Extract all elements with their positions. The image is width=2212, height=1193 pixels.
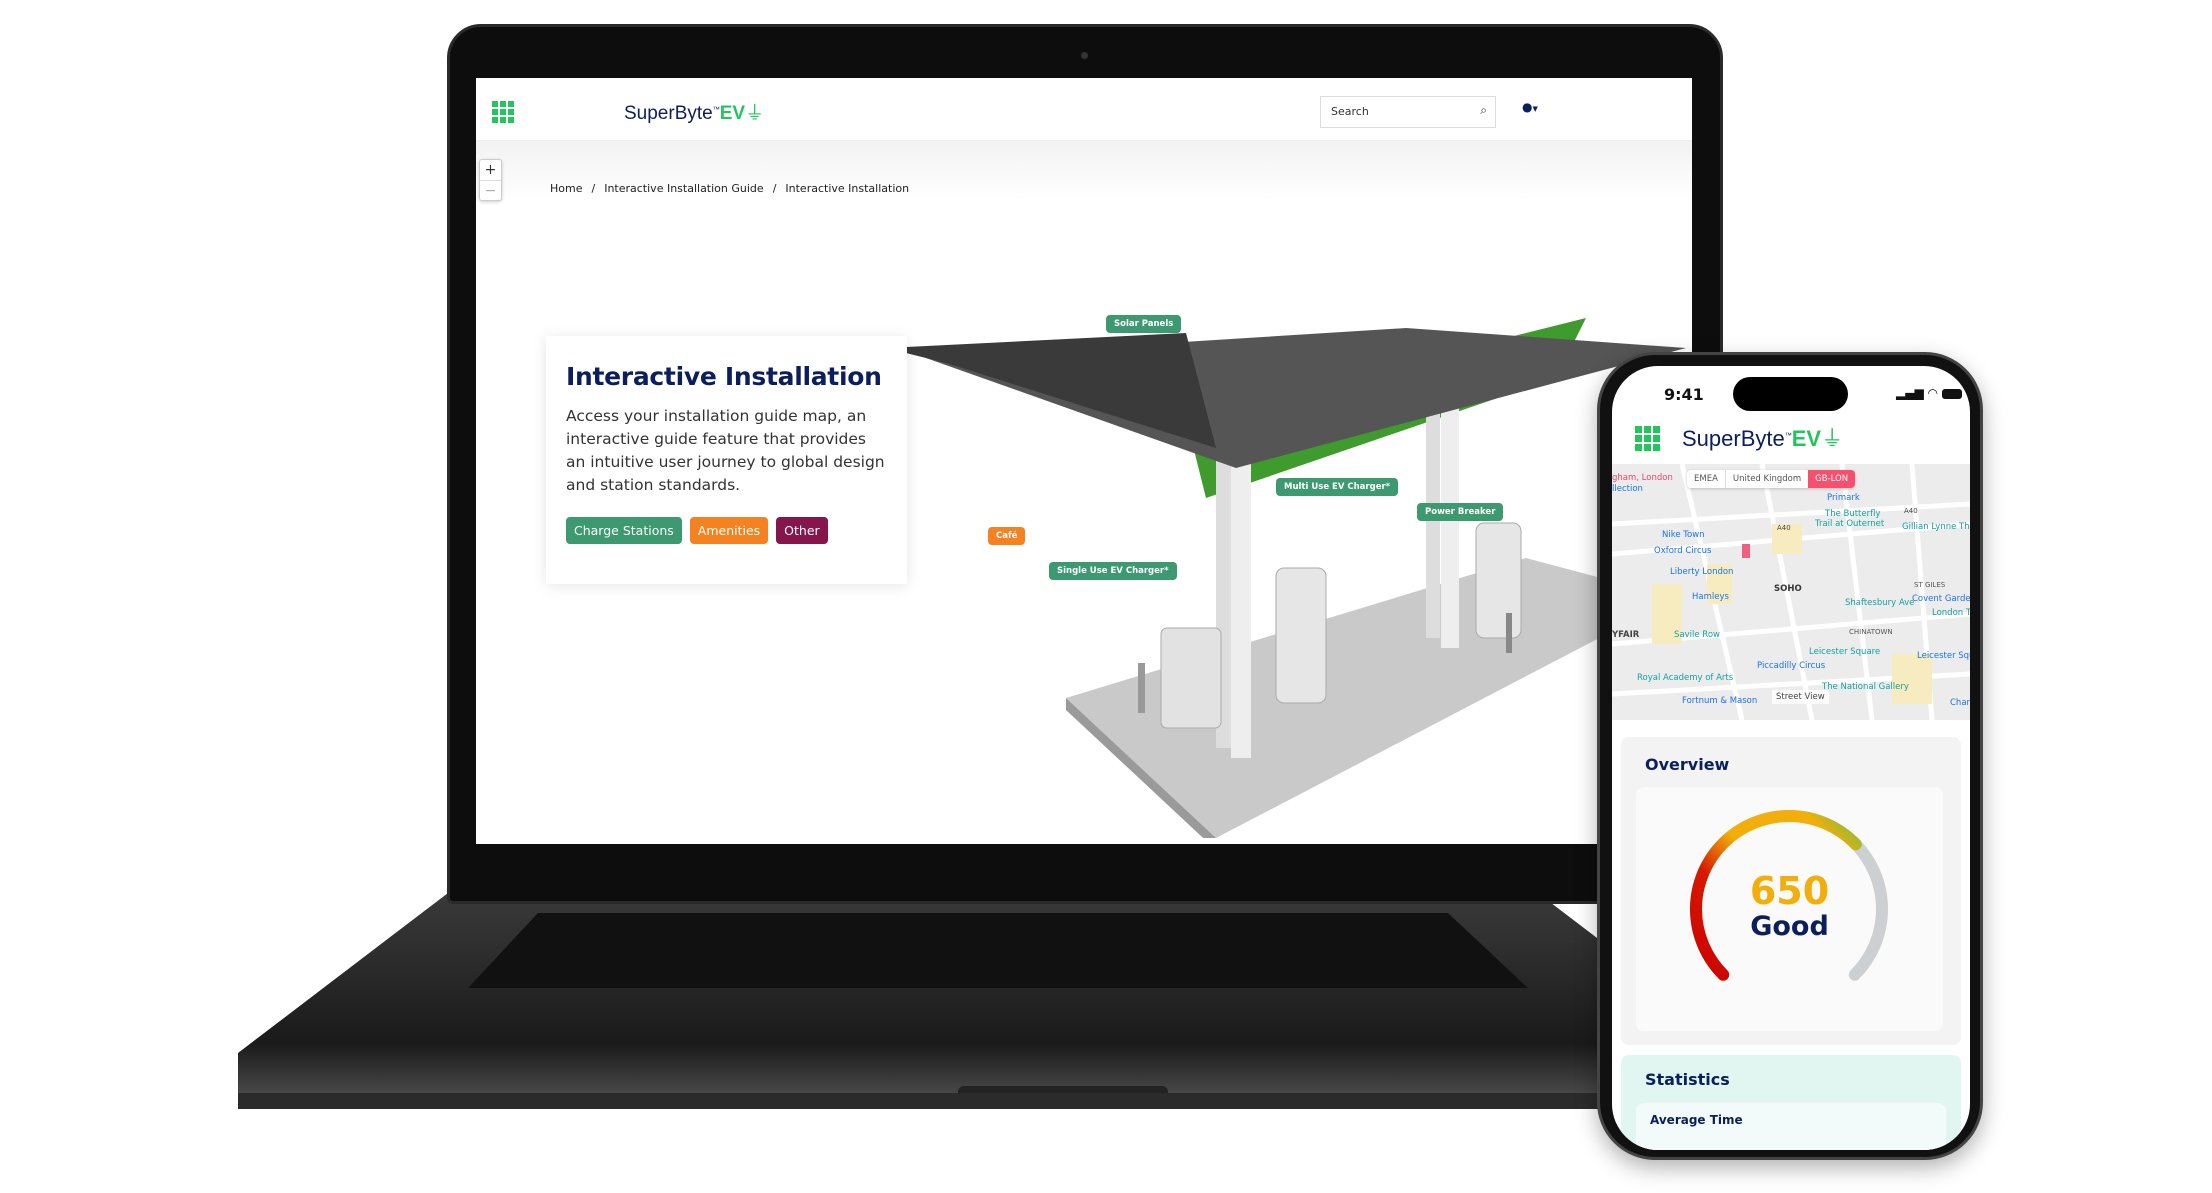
score-value: 650 [1749, 869, 1830, 913]
breadcrumb: Home / Interactive Installation Guide / Inte… [550, 182, 918, 195]
user-menu[interactable]: ●▼ [1522, 100, 1538, 114]
laptop-screen: SuperByte™EV⏚ Search ⌕ ●▼ + − Home / Interac… [476, 78, 1692, 844]
dynamic-island [1733, 377, 1848, 411]
breadcrumb-guide[interactable]: Interactive Installation Guide [604, 182, 763, 195]
info-card: Interactive Installation Access your ins… [546, 336, 907, 584]
map-label: llection [1612, 484, 1643, 494]
search-icon[interactable]: ⌕ [1480, 103, 1487, 118]
filter-other[interactable]: Other [776, 517, 828, 544]
map-label: Royal Academy of Arts [1637, 673, 1734, 683]
map-label: A40 [1904, 507, 1918, 515]
laptop-base [238, 893, 1748, 1109]
hotspot-cafe[interactable]: Café [988, 527, 1026, 545]
card-description: Access your installation guide map, an i… [566, 407, 885, 494]
map-label: Covent Garden [1912, 594, 1970, 604]
map-label: Primark [1827, 493, 1860, 503]
search-input[interactable]: Search ⌕ [1320, 96, 1496, 128]
chip-region[interactable]: EMEA [1687, 470, 1725, 488]
street-view-button[interactable]: Street View [1772, 690, 1829, 704]
map-label: Trail at Outernet [1815, 519, 1885, 529]
map-label: The National Gallery [1822, 682, 1909, 692]
plug-icon: ⏚ [1821, 426, 1844, 451]
zoom-control: + − [479, 159, 502, 201]
region-breadcrumb: EMEA United Kingdom GB-LON [1687, 470, 1856, 488]
gauge-panel: 650 Good [1636, 787, 1943, 1031]
map-label: Char [1950, 698, 1970, 708]
hotspot-power-breaker[interactable]: Power Breaker [1417, 503, 1504, 521]
map[interactable]: EMEA United Kingdom GB-LON gham, London ll… [1612, 464, 1970, 720]
map-label: Savile Row [1674, 630, 1720, 640]
user-icon: ● [1522, 100, 1533, 114]
breadcrumb-home[interactable]: Home [550, 182, 582, 195]
average-time-item[interactable]: Average Time [1636, 1103, 1946, 1150]
apps-grid-icon[interactable] [1635, 426, 1660, 451]
hotspot-multi-use-charger[interactable]: Multi Use EV Charger* [1276, 478, 1399, 496]
card-title: Interactive Installation [566, 362, 882, 391]
overview-title: Overview [1645, 755, 1730, 774]
phone-screen: 9:41 ▂▄▆ ◠ SuperByte™EV⏚ EMEA United King… [1612, 366, 1970, 1150]
zoom-out-button[interactable]: − [480, 180, 501, 201]
logo-ev: EV [719, 103, 746, 124]
average-time-label: Average Time [1650, 1113, 1743, 1127]
hotspot-solar-panels[interactable]: Solar Panels [1106, 315, 1182, 333]
map-label: Leicester Square [1809, 647, 1881, 657]
plug-icon: ⏚ [745, 103, 765, 124]
score-rating: Good [1750, 911, 1829, 942]
top-navbar: SuperByte™EV⏚ Search ⌕ ●▼ [476, 78, 1692, 141]
map-label: A40 [1777, 524, 1791, 532]
map-label: Piccadilly Circus [1757, 661, 1826, 671]
map-label: Fortnum & Mason [1682, 696, 1758, 706]
map-label: Gillian Lynne The [1902, 522, 1970, 532]
map-label: Liberty London [1670, 567, 1734, 577]
laptop-camera [1081, 52, 1088, 59]
logo[interactable]: SuperByte™EV⏚ [624, 98, 764, 125]
breadcrumb-current: Interactive Installation [785, 182, 910, 195]
map-label: London T [1932, 608, 1970, 618]
map-label: Leicester Squa [1917, 651, 1970, 661]
search-placeholder: Search [1331, 105, 1369, 118]
overview-card: Overview 650 Good [1621, 737, 1961, 1045]
apps-grid-icon[interactable] [492, 101, 514, 123]
filter-charge-stations[interactable]: Charge Stations [566, 517, 682, 544]
logo-ev: EV [1791, 426, 1822, 451]
map-marker[interactable] [1742, 544, 1750, 558]
status-icons: ▂▄▆ ◠ [1896, 386, 1962, 400]
chevron-down-icon: ▼ [1532, 105, 1538, 113]
filter-amenities[interactable]: Amenities [689, 517, 769, 544]
logo-tm: ™ [1784, 432, 1792, 440]
map-label: CHINATOWN [1849, 628, 1893, 636]
breadcrumb-separator: / [772, 182, 777, 195]
map-label: Oxford Circus [1654, 546, 1712, 556]
map-label: Hamleys [1692, 592, 1729, 602]
map-label: The Butterfly [1825, 509, 1881, 519]
logo-text: SuperByte [624, 103, 713, 124]
statistics-title: Statistics [1645, 1070, 1730, 1089]
map-label: Nike Town [1662, 530, 1705, 540]
logo-tm: ™ [712, 106, 720, 114]
map-label: ST GILES [1914, 581, 1946, 589]
map-label: gham, London [1612, 473, 1673, 483]
hotspot-single-use-charger[interactable]: Single Use EV Charger* [1049, 562, 1177, 580]
map-label: YFAIR [1612, 630, 1640, 640]
chip-city[interactable]: GB-LON [1808, 470, 1856, 488]
signal-icon: ▂▄▆ [1896, 386, 1924, 400]
logo[interactable]: SuperByte™EV⏚ [1682, 421, 1843, 453]
map-label: SOHO [1774, 584, 1802, 594]
battery-icon [1941, 388, 1962, 399]
status-time: 9:41 [1664, 385, 1704, 404]
map-label: Shaftesbury Ave [1845, 598, 1915, 608]
zoom-in-button[interactable]: + [480, 160, 501, 180]
logo-text: SuperByte [1682, 426, 1785, 451]
wifi-icon: ◠ [1927, 386, 1938, 400]
breadcrumb-separator: / [591, 182, 596, 195]
chip-country[interactable]: United Kingdom [1724, 470, 1809, 488]
statistics-card: Statistics Average Time [1621, 1055, 1961, 1150]
